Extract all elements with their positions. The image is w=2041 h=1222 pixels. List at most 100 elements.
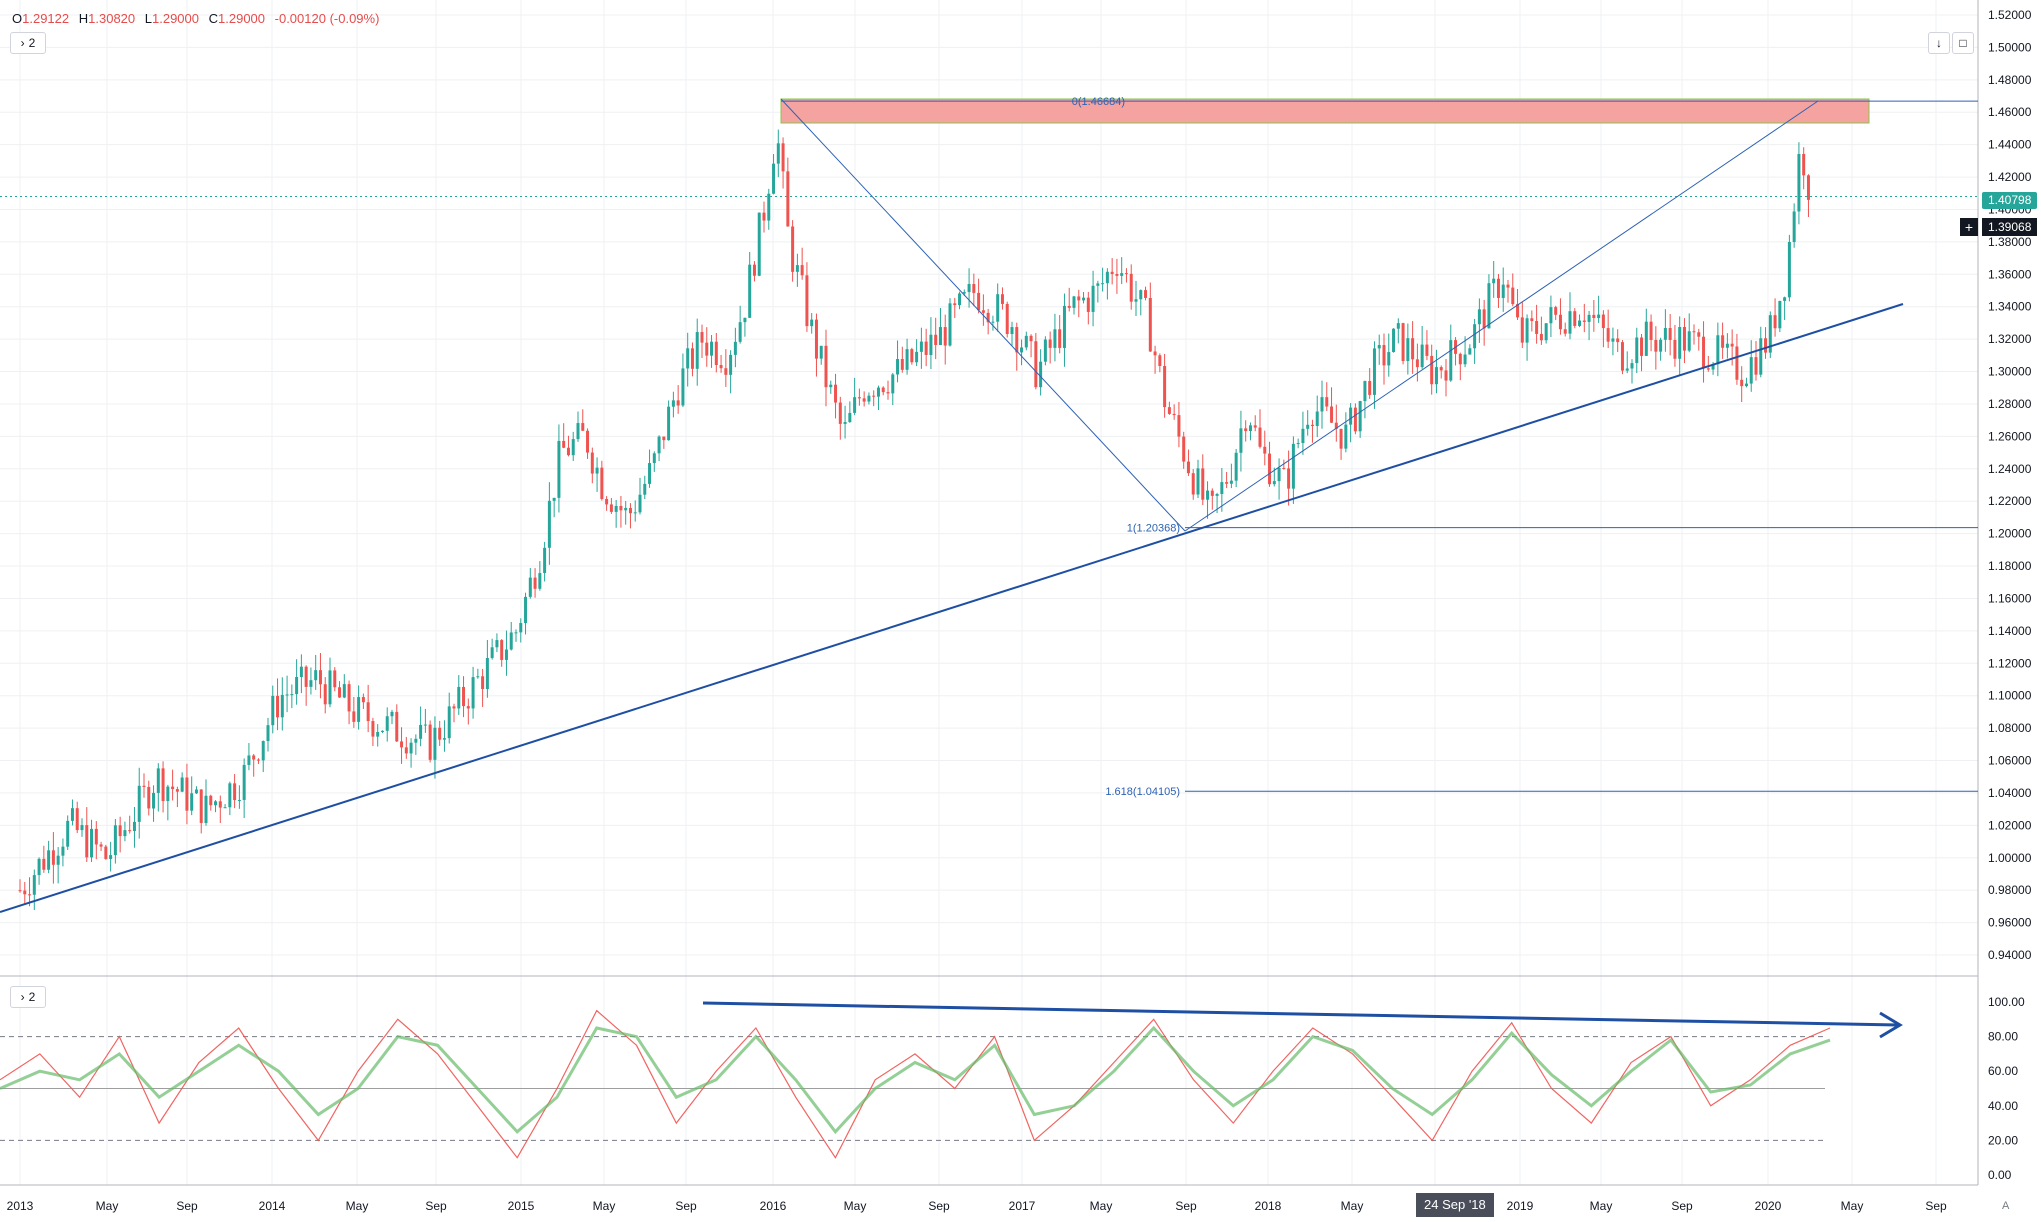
candle-body — [853, 397, 857, 413]
candle-body — [166, 786, 170, 802]
candle-body — [1420, 344, 1424, 368]
candle-body — [743, 317, 747, 323]
candle-body — [1163, 365, 1167, 408]
candle-body — [1387, 352, 1391, 366]
candle-body — [919, 341, 923, 352]
candle-body — [1253, 425, 1257, 428]
candle-body — [1244, 428, 1248, 432]
candle-body — [1067, 305, 1071, 308]
candle-body — [1544, 323, 1548, 341]
candle-body — [1201, 468, 1205, 500]
candle-body — [1759, 338, 1763, 375]
candle-body — [37, 858, 41, 876]
maximize-button[interactable]: □ — [1952, 32, 1974, 54]
candle-body — [805, 275, 809, 327]
oscillator-tick-label: 0.00 — [1988, 1168, 2012, 1182]
candle-body — [433, 727, 437, 760]
candle-body — [1411, 338, 1415, 360]
candle-body — [1310, 424, 1314, 426]
candle-body — [1434, 367, 1438, 385]
price-tick-label: 1.44000 — [1988, 138, 2032, 152]
candle-body — [600, 467, 604, 499]
auto-scale-button[interactable]: A — [2002, 1200, 2009, 1212]
candle-body — [843, 422, 847, 424]
candle-body — [161, 768, 165, 802]
candle-body — [271, 695, 275, 726]
price-tick-label: 1.36000 — [1988, 267, 2032, 281]
candle-body — [233, 783, 237, 801]
crosshair-date-tag: 24 Sep '18 — [1416, 1193, 1494, 1217]
candle-body — [1558, 314, 1562, 330]
candle-body — [1024, 335, 1028, 348]
candle-body — [404, 747, 408, 754]
candle-body — [1301, 428, 1305, 444]
candle-body — [915, 351, 919, 363]
fib-level-label: 0(1.46684) — [1072, 96, 1125, 108]
ohlc-legend: O1.29122 H1.30820 L1.29000 C1.29000 -0.0… — [12, 11, 385, 26]
candle-body — [862, 398, 866, 402]
candle-body — [247, 755, 251, 765]
candle-body — [729, 354, 733, 375]
candle-body — [1535, 320, 1539, 334]
oscillator-tick-label: 100.00 — [1988, 995, 2025, 1009]
candle-body — [1444, 370, 1448, 381]
candle-body — [1682, 327, 1686, 351]
oscillator-collapse-button[interactable]: › 2 — [10, 986, 46, 1008]
candle-body — [767, 193, 771, 221]
candle-body — [1530, 318, 1534, 321]
price-tick-label: 1.22000 — [1988, 494, 2032, 508]
candle-body — [619, 505, 623, 511]
candle-body — [438, 727, 442, 740]
price-tick-label: 1.04000 — [1988, 786, 2032, 800]
candle-body — [1597, 314, 1601, 319]
candle-body — [1020, 347, 1024, 353]
candle-body — [423, 724, 427, 726]
candle-body — [1806, 175, 1810, 200]
candle-body — [147, 786, 151, 809]
scroll-down-button[interactable]: ↓ — [1928, 32, 1950, 54]
candle-body — [1616, 338, 1620, 343]
candle-body — [366, 702, 370, 722]
candle-body — [638, 494, 642, 513]
candle-body — [290, 694, 294, 696]
candle-body — [1105, 271, 1109, 284]
candle-body — [881, 387, 885, 393]
time-tick-label: Sep — [675, 1199, 697, 1213]
candle-body — [266, 725, 270, 742]
candle-body — [1034, 341, 1038, 388]
candle-body — [838, 402, 842, 424]
indicator-collapse-button[interactable]: › 2 — [10, 32, 46, 54]
candle-body — [1687, 331, 1691, 351]
candle-body — [1325, 397, 1329, 407]
candle-body — [357, 697, 361, 722]
candle-body — [51, 850, 55, 865]
candle-body — [648, 463, 652, 484]
candle-body — [991, 321, 995, 323]
candle-body — [400, 741, 404, 748]
candle-body — [1363, 381, 1367, 402]
chart-canvas[interactable]: 1.52000 1.50000 1.48000 1.46000 1.44000 1.420… — [0, 0, 2041, 1222]
candle-body — [776, 143, 780, 164]
candle-body — [900, 359, 904, 370]
time-tick-label: Sep — [1175, 1199, 1197, 1213]
current-price-tag: 1.40798 — [1982, 192, 2038, 209]
candle-body — [552, 497, 556, 501]
candle-body — [762, 212, 766, 221]
candle-body — [1091, 285, 1095, 312]
candle-body — [1644, 321, 1648, 356]
candle-body — [1368, 381, 1372, 395]
candle-body — [1573, 311, 1577, 326]
candle-body — [1358, 401, 1362, 432]
candle-body — [128, 830, 132, 832]
candle-body — [1234, 452, 1238, 481]
close-value: 1.29000 — [218, 11, 266, 26]
candle-body — [1320, 397, 1324, 412]
candle-body — [1058, 329, 1062, 348]
candle-body — [1206, 490, 1210, 500]
candle-body — [261, 741, 265, 761]
plus-icon[interactable]: + — [1960, 218, 1978, 236]
candle-body — [1134, 299, 1138, 302]
candle-body — [824, 345, 828, 388]
candle-body — [1525, 318, 1529, 343]
candle-body — [1210, 490, 1214, 496]
